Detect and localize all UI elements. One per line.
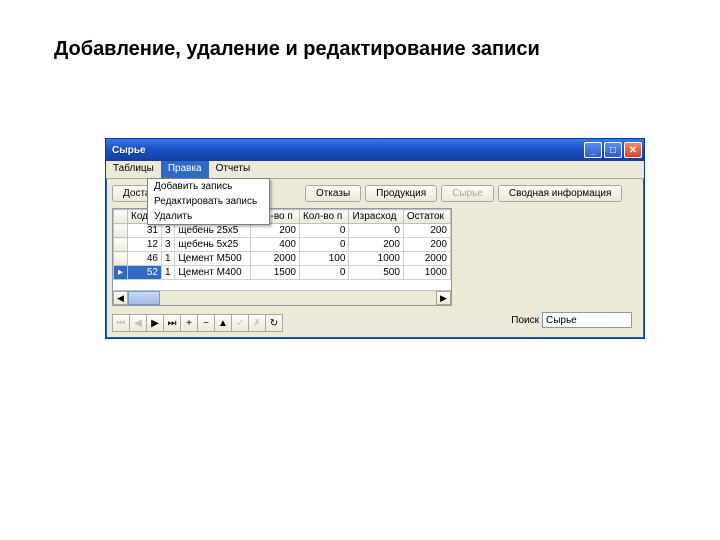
cell[interactable]: щебень 5x25 — [175, 238, 250, 252]
maximize-button[interactable]: □ — [604, 142, 622, 158]
col-header[interactable]: Кол-во п — [299, 210, 348, 224]
menubar: Таблицы Правка Отчеты — [106, 161, 644, 179]
cell[interactable]: 1000 — [403, 266, 450, 280]
cell[interactable]: 0 — [299, 238, 348, 252]
cell[interactable]: 2000 — [403, 252, 450, 266]
cell[interactable]: 400 — [250, 238, 299, 252]
nav-first[interactable]: ⏮ — [112, 314, 130, 332]
maximize-icon: □ — [610, 145, 616, 156]
nav-edit[interactable]: ▲ — [214, 314, 232, 332]
app-window: Сырье _ □ ✕ Таблицы Правка Отчеты Достав… — [105, 138, 645, 339]
nav-cancel[interactable]: ✗ — [248, 314, 266, 332]
close-icon: ✕ — [629, 145, 637, 156]
cell[interactable]: 2000 — [250, 252, 299, 266]
table-row[interactable]: 123щебень 5x254000200200 — [114, 238, 451, 252]
scroll-left-icon[interactable]: ◀ — [113, 291, 128, 305]
cell[interactable]: 12 — [128, 238, 162, 252]
cell[interactable]: 200 — [250, 224, 299, 238]
cell[interactable]: 52 — [128, 266, 162, 280]
nav-refresh[interactable]: ↻ — [265, 314, 283, 332]
scroll-thumb[interactable] — [128, 291, 160, 305]
menu-tables[interactable]: Таблицы — [106, 161, 161, 178]
menu-edit-record[interactable]: Редактировать запись — [148, 194, 269, 209]
nav-last[interactable]: ⏭ — [163, 314, 181, 332]
cell[interactable]: Цемент M400 — [175, 266, 250, 280]
window-title: Сырье — [112, 145, 582, 156]
titlebar[interactable]: Сырье _ □ ✕ — [106, 139, 644, 161]
row-marker[interactable] — [114, 224, 128, 238]
menu-delete-record[interactable]: Удалить — [148, 209, 269, 224]
cell[interactable]: 31 — [128, 224, 162, 238]
minimize-icon: _ — [590, 145, 596, 156]
cell[interactable]: 0 — [299, 266, 348, 280]
table-row[interactable]: 461Цемент M500200010010002000 — [114, 252, 451, 266]
corner-cell[interactable] — [114, 210, 128, 224]
menu-add-record[interactable]: Добавить запись — [148, 179, 269, 194]
cell[interactable]: 100 — [299, 252, 348, 266]
btn-raw[interactable]: Сырье — [441, 185, 494, 202]
minimize-button[interactable]: _ — [584, 142, 602, 158]
cell[interactable]: 200 — [403, 224, 450, 238]
cell[interactable]: 0 — [299, 224, 348, 238]
cell[interactable]: 46 — [128, 252, 162, 266]
menu-edit[interactable]: Правка — [161, 161, 209, 178]
btn-refusals[interactable]: Отказы — [305, 185, 361, 202]
btn-summary[interactable]: Сводная информация — [498, 185, 623, 202]
cell[interactable]: 0 — [349, 224, 403, 238]
nav-add[interactable]: + — [180, 314, 198, 332]
cell[interactable]: 1500 — [250, 266, 299, 280]
table-row[interactable]: ▸521Цемент M400150005001000 — [114, 266, 451, 280]
cell[interactable]: Цемент M500 — [175, 252, 250, 266]
cell[interactable]: 1 — [161, 252, 174, 266]
nav-delete[interactable]: − — [197, 314, 215, 332]
scroll-right-icon[interactable]: ▶ — [436, 291, 451, 305]
close-button[interactable]: ✕ — [624, 142, 642, 158]
row-marker[interactable]: ▸ — [114, 266, 128, 280]
cell[interactable]: 3 — [161, 238, 174, 252]
menu-reports[interactable]: Отчеты — [209, 161, 258, 178]
search-label: Поиск — [511, 315, 539, 326]
row-marker[interactable] — [114, 252, 128, 266]
cell[interactable]: 200 — [349, 238, 403, 252]
nav-prev[interactable]: ◀ — [129, 314, 147, 332]
table-row[interactable]: 313щебень 25x520000200 — [114, 224, 451, 238]
slide-title: Добавление, удаление и редактирование за… — [0, 0, 720, 61]
col-header[interactable]: Израсход — [349, 210, 403, 224]
row-marker[interactable] — [114, 238, 128, 252]
search-input[interactable] — [542, 312, 632, 328]
btn-products[interactable]: Продукция — [365, 185, 437, 202]
nav-post[interactable]: ✓ — [231, 314, 249, 332]
horizontal-scrollbar[interactable]: ◀ ▶ — [113, 290, 451, 305]
cell[interactable]: 200 — [403, 238, 450, 252]
cell[interactable]: 500 — [349, 266, 403, 280]
cell[interactable]: 1 — [161, 266, 174, 280]
nav-next[interactable]: ▶ — [146, 314, 164, 332]
cell[interactable]: щебень 25x5 — [175, 224, 250, 238]
scroll-track[interactable] — [128, 291, 436, 305]
cell[interactable]: 1000 — [349, 252, 403, 266]
edit-menu-dropdown: Добавить запись Редактировать запись Уда… — [147, 178, 270, 225]
cell[interactable]: 3 — [161, 224, 174, 238]
search-area: Поиск — [511, 312, 632, 328]
col-header[interactable]: Остаток — [403, 210, 450, 224]
